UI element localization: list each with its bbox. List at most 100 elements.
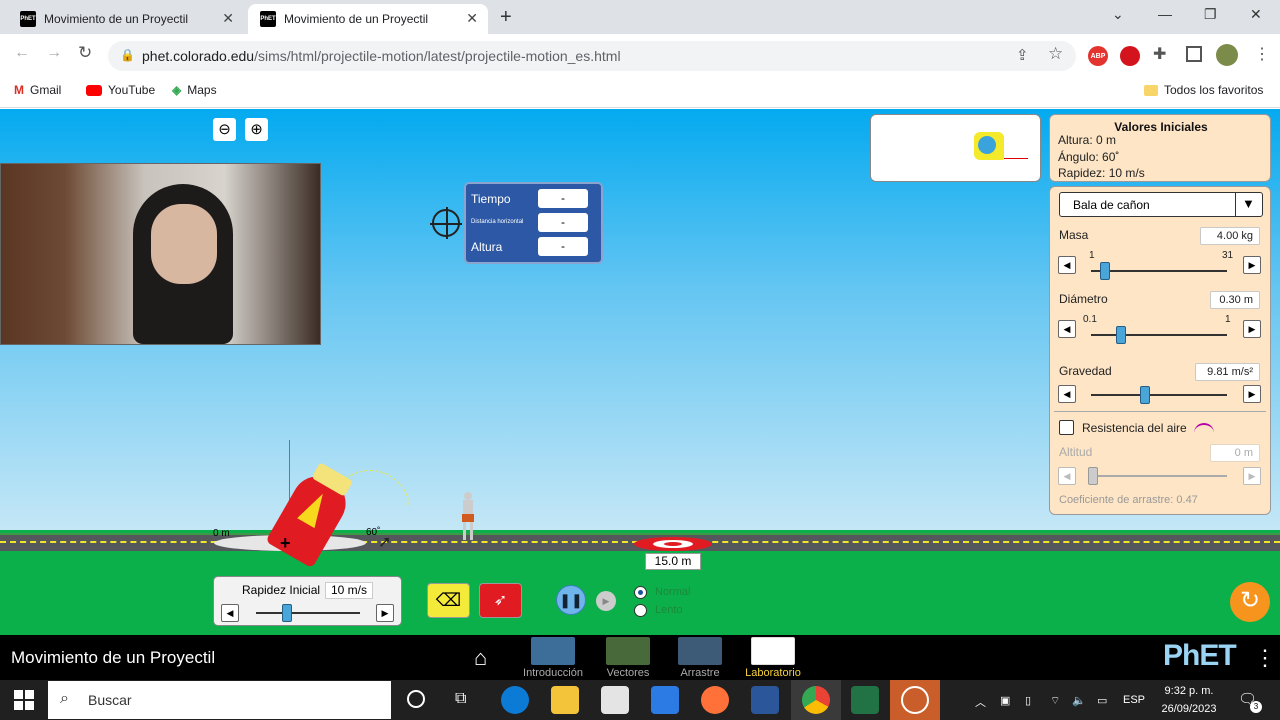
explorer-icon[interactable] [551, 686, 579, 714]
tab-2[interactable]: PhET Movimiento de un Proyectil ✕ [248, 4, 488, 34]
projectile-select[interactable]: Bala de cañon ▼ [1059, 192, 1263, 217]
reset-button[interactable]: ↻ [1230, 582, 1270, 622]
meet-icon[interactable]: ▣ [1000, 694, 1010, 707]
bookmark-gmail[interactable]: M Gmail [14, 83, 61, 97]
mass-thumb[interactable] [1099, 262, 1110, 280]
cursor-icon: ➚ [378, 534, 392, 551]
pause-button[interactable]: ❚❚ [556, 585, 586, 615]
zoom-out-icon[interactable]: ⊖ [213, 118, 236, 141]
bookmark-maps[interactable]: ◈ Maps [172, 83, 217, 97]
battery-saver-icon[interactable]: ▯ [1025, 694, 1031, 707]
forward-icon[interactable]: → [46, 44, 62, 62]
screen-vectors[interactable]: Vectores [600, 637, 656, 679]
diameter-decrease-button[interactable]: ◀ [1058, 320, 1076, 338]
extension-shield-icon[interactable] [1120, 46, 1140, 66]
clock-time[interactable]: 9:32 p. m. [1158, 685, 1220, 697]
wifi-icon[interactable]: ⌔ [1050, 694, 1060, 708]
url-path: /sims/html/projectile-motion/latest/proj… [254, 48, 621, 64]
gravity-increase-button[interactable]: ▶ [1243, 385, 1261, 403]
diameter-increase-button[interactable]: ▶ [1243, 320, 1261, 338]
gravity-thumb[interactable] [1140, 386, 1151, 404]
windows-start-icon[interactable] [14, 690, 34, 710]
height-value: - [538, 237, 588, 256]
share-icon[interactable]: ⇪ [1016, 46, 1029, 64]
screen-intro[interactable]: Introducción [520, 637, 586, 679]
speed-track[interactable] [256, 612, 360, 614]
face [151, 204, 217, 284]
person-figure [460, 492, 476, 542]
speed-decrease-button[interactable]: ◀ [221, 604, 239, 622]
lock-icon[interactable]: 🔒 [120, 48, 135, 62]
all-bookmarks[interactable]: Todos los favoritos [1144, 83, 1263, 97]
sim-menu-icon[interactable]: ⋮ [1254, 645, 1276, 671]
mass-track[interactable] [1091, 270, 1227, 272]
measuring-tape-icon[interactable] [974, 132, 1004, 160]
menu-icon[interactable]: ⋮ [1254, 44, 1270, 64]
cortana-icon[interactable] [407, 690, 425, 708]
close-icon[interactable]: ✕ [222, 10, 234, 27]
target[interactable] [634, 537, 712, 551]
gravity-decrease-button[interactable]: ◀ [1058, 385, 1076, 403]
store-icon[interactable] [601, 686, 629, 714]
battery-icon[interactable]: ▭ [1097, 694, 1107, 707]
sim-title: Movimiento de un Proyectil [11, 648, 216, 667]
diameter-track[interactable] [1091, 334, 1227, 336]
task-view-icon[interactable]: ⧉ [455, 690, 466, 708]
cannon-pivot-icon[interactable]: + [280, 533, 291, 554]
close-window-icon[interactable]: ✕ [1250, 6, 1262, 23]
diameter-thumb[interactable] [1115, 326, 1126, 344]
edge-icon[interactable] [501, 686, 529, 714]
puzzle-icon[interactable]: ✚ [1153, 44, 1166, 64]
eraser-button[interactable]: ⌫ [427, 583, 470, 618]
readout-panel[interactable]: Tiempo - Distancia horizontal - Altura - [464, 182, 603, 264]
mail-icon[interactable] [651, 686, 679, 714]
radio-slow[interactable] [634, 604, 647, 617]
mass-increase-button[interactable]: ▶ [1243, 256, 1261, 274]
phet-logo[interactable]: PhET [1163, 639, 1237, 673]
air-resistance-label: Resistencia del aire [1082, 421, 1187, 435]
phet-favicon-icon: PhET [20, 11, 36, 27]
tray-chevron-icon[interactable]: ︿ [975, 694, 986, 710]
crosshair-icon[interactable] [430, 207, 462, 239]
speed-thumb[interactable] [282, 604, 293, 622]
step-button[interactable]: ▶ [596, 591, 616, 611]
back-icon[interactable]: ← [14, 44, 30, 62]
adblock-icon[interactable]: ABP [1088, 46, 1108, 66]
air-resistance-checkbox[interactable] [1059, 420, 1074, 435]
bookmark-label: Gmail [30, 83, 62, 97]
chrome-icon[interactable] [802, 686, 830, 714]
bookmark-youtube[interactable]: YouTube [86, 83, 155, 97]
close-icon[interactable]: ✕ [466, 10, 478, 27]
clock-date[interactable]: 26/09/2023 [1156, 703, 1222, 715]
fire-button[interactable]: ➶ [479, 583, 522, 618]
url-text[interactable]: phet.colorado.edu/sims/html/projectile-m… [142, 48, 621, 64]
avatar[interactable] [1216, 44, 1238, 66]
screen-drag[interactable]: Arrastre [672, 637, 728, 679]
excel-icon[interactable] [851, 686, 879, 714]
star-icon[interactable]: ☆ [1048, 44, 1063, 64]
restore-icon[interactable]: ❐ [1204, 6, 1217, 23]
recorder-icon[interactable] [901, 686, 929, 714]
target-distance[interactable]: 15.0 m [645, 553, 701, 570]
word-icon[interactable] [751, 686, 779, 714]
new-tab-icon[interactable]: + [500, 6, 512, 29]
mass-decrease-button[interactable]: ◀ [1058, 256, 1076, 274]
initial-height: Altura: 0 m [1058, 133, 1117, 147]
firefox-icon[interactable] [701, 686, 729, 714]
taskbar-search[interactable]: ⌕ Buscar [48, 681, 391, 719]
volume-icon[interactable]: 🔈 [1072, 694, 1086, 707]
chevron-down-icon[interactable]: ⌄ [1112, 6, 1124, 23]
tab-1[interactable]: PhET Movimiento de un Proyectil ✕ [8, 4, 244, 34]
diameter-label: Diámetro [1059, 292, 1108, 306]
minimize-icon[interactable]: — [1158, 6, 1172, 22]
gravity-track[interactable] [1091, 394, 1227, 396]
radio-normal[interactable] [634, 586, 647, 599]
language-indicator[interactable]: ESP [1123, 694, 1145, 706]
sidepanel-icon[interactable] [1186, 46, 1202, 62]
diameter-value: 0.30 m [1210, 291, 1260, 309]
speed-increase-button[interactable]: ▶ [376, 604, 394, 622]
screen-lab[interactable]: Laboratorio [740, 637, 806, 679]
home-icon[interactable]: ⌂ [474, 645, 487, 671]
reload-icon[interactable]: ↻ [78, 43, 92, 63]
zoom-in-icon[interactable]: ⊕ [245, 118, 268, 141]
